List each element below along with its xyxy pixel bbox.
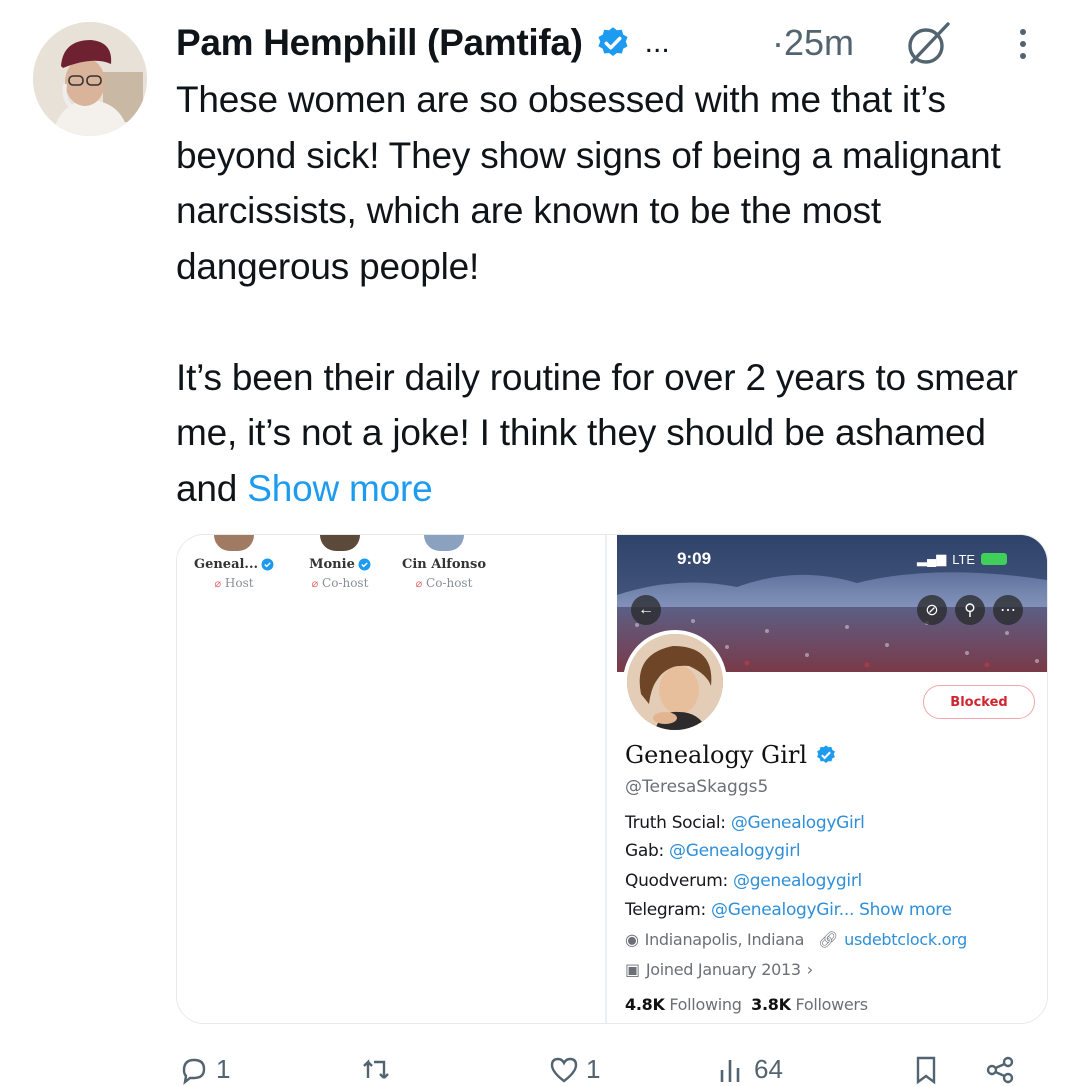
like-button[interactable]: 1 — [548, 1054, 600, 1084]
calendar-icon: ▣ — [625, 960, 640, 979]
verified-badge-icon — [358, 558, 371, 571]
speaker-name: Monie — [285, 557, 395, 572]
space-speaker: Cin Alfonso ⌀ Co-host — [389, 535, 499, 590]
profile-name-row: Genealogy Girl — [625, 741, 837, 769]
status-bar-time: 9:09 — [677, 549, 712, 568]
heart-icon — [550, 1057, 578, 1083]
grok-icon[interactable] — [900, 16, 954, 70]
repost-button[interactable] — [360, 1054, 392, 1084]
tweet-body: These women are so obsessed with me that… — [176, 79, 1018, 509]
bio-line: Telegram: @GenealogyGir... Show more — [625, 900, 952, 920]
name-truncation: ... — [644, 26, 670, 59]
views-button[interactable]: 64 — [716, 1054, 783, 1084]
share-icon — [986, 1056, 1014, 1084]
muted-mic-icon: ⌀ — [214, 577, 222, 590]
media-image-spaces[interactable]: Geneal... ⌀ Host Monie ⌀ Co-host Cin Alf… — [177, 535, 607, 1023]
profile-avatar[interactable] — [623, 630, 727, 734]
profile-location: Indianapolis, Indiana — [644, 930, 805, 949]
profile-meta-row: ◉ Indianapolis, Indiana 🔗︎ usdebtclock.o… — [625, 930, 967, 949]
bio-line: Gab: @Genealogygirl — [625, 841, 801, 861]
link-icon: 🔗︎ — [818, 930, 839, 949]
speaker-name: Geneal... — [179, 557, 289, 572]
bio-line: Quodverum: @genealogygirl — [625, 871, 862, 891]
profile-display-name: Genealogy Girl — [625, 741, 808, 769]
profile-joined: Joined January 2013 — [645, 960, 801, 979]
reply-icon — [182, 1058, 206, 1085]
speaker-avatar — [424, 535, 464, 551]
views-icon — [720, 1060, 740, 1082]
author-avatar[interactable] — [33, 22, 147, 136]
speaker-role: ⌀ Co-host — [311, 576, 369, 590]
search-icon[interactable]: ⚲ — [955, 595, 985, 625]
tweet-text: These women are so obsessed with me that… — [176, 72, 1056, 516]
muted-mic-icon: ⌀ — [311, 577, 319, 590]
profile-website: usdebtclock.org — [844, 930, 967, 949]
back-arrow-icon[interactable]: ← — [631, 595, 661, 625]
verified-badge-icon — [261, 558, 274, 571]
tweet-timestamp[interactable]: ·25m — [772, 18, 854, 68]
verified-badge-icon — [598, 27, 628, 57]
bookmark-button[interactable] — [910, 1054, 942, 1085]
media-image-profile[interactable]: 9:09 ▂▄▆ LTE ← ⊘ ⚲ ⋯ Blocked Genealogy G… — [617, 535, 1047, 1023]
speaker-role: ⌀ Host — [214, 576, 254, 590]
status-bar-right: ▂▄▆ LTE — [917, 551, 1008, 567]
author-row: Pam Hemphill (Pamtifa) ... — [176, 18, 670, 68]
network-label: LTE — [952, 551, 976, 567]
reply-count: 1 — [216, 1054, 231, 1084]
author-name[interactable]: Pam Hemphill (Pamtifa) — [176, 22, 583, 64]
speaker-name: Cin Alfonso — [402, 557, 486, 572]
speaker-role: ⌀ Co-host — [415, 576, 473, 590]
battery-icon — [981, 553, 1008, 565]
blocked-button[interactable]: Blocked — [923, 685, 1035, 719]
profile-follow-stats: 4.8K Following 3.8K Followers — [625, 995, 868, 1014]
bookmark-icon — [916, 1056, 936, 1085]
bio-line: Truth Social: @GenealogyGirl — [625, 813, 865, 833]
signal-icon: ▂▄▆ — [917, 551, 947, 566]
verified-badge-icon — [817, 745, 835, 763]
muted-mic-icon: ⌀ — [415, 577, 423, 590]
grok-icon[interactable]: ⊘ — [917, 595, 947, 625]
space-speaker: Geneal... ⌀ Host — [179, 535, 289, 590]
chevron-right-icon: › — [806, 960, 813, 979]
views-count: 64 — [754, 1054, 783, 1084]
share-button[interactable] — [984, 1054, 1016, 1084]
speaker-avatar — [320, 535, 360, 551]
location-icon: ◉ — [625, 930, 639, 949]
speaker-avatar — [214, 535, 254, 551]
profile-handle: @TeresaSkaggs5 — [625, 777, 769, 797]
space-speaker: Monie ⌀ Co-host — [285, 535, 395, 590]
more-icon[interactable]: ⋯ — [993, 595, 1023, 625]
show-more-link[interactable]: Show more — [247, 468, 433, 509]
reply-button[interactable]: 1 — [178, 1054, 231, 1085]
profile-joined-row: ▣ Joined January 2013 › — [625, 960, 813, 979]
tweet-media[interactable]: Geneal... ⌀ Host Monie ⌀ Co-host Cin Alf… — [176, 534, 1048, 1024]
more-options-icon[interactable] — [1008, 24, 1038, 64]
repost-icon — [363, 1059, 389, 1079]
like-count: 1 — [586, 1054, 601, 1084]
